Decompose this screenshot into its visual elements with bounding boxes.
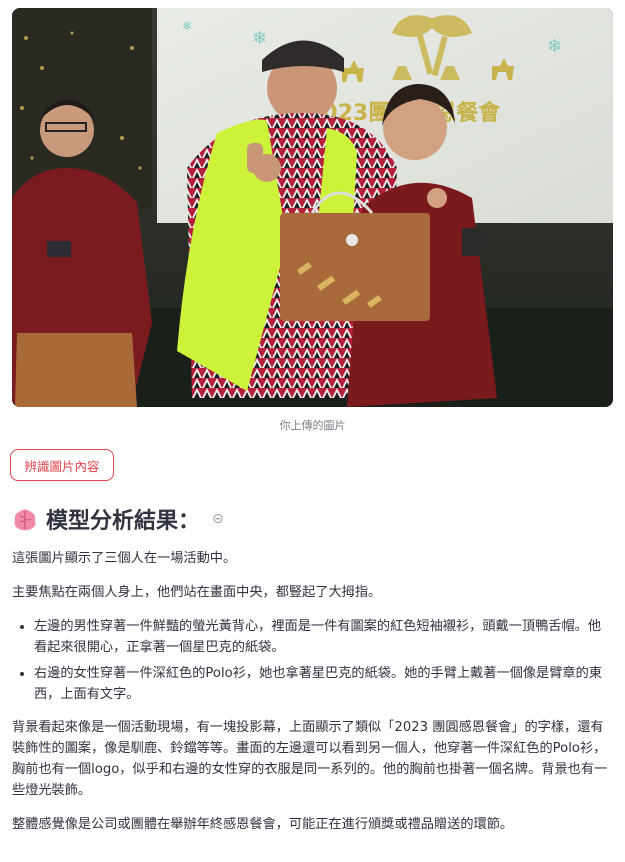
link-icon[interactable]: ⊝ [212,511,224,527]
analysis-paragraph: 背景看起來像是一個活動現場，有一塊投影幕，上面顯示了類似「2023 團圓感恩餐會… [12,720,608,798]
list-item: 左邊的男性穿著一件鮮豔的螢光黃背心，裡面是一件有圖案的紅色短袖襯衫，頭戴一頂鴨舌… [34,616,612,658]
svg-text:❄: ❄ [547,36,562,57]
heading-text: 模型分析結果： [46,509,201,534]
svg-text:❄: ❄ [182,19,192,33]
uploaded-photo: ❄ ❄ ❄ 2023團圓感恩餐會 [12,8,613,407]
analysis-paragraph: 主要焦點在兩個人身上，他們站在畫面中央，都豎起了大拇指。 [12,585,382,600]
page-title: 模型分析結果： ⊝ [12,503,224,535]
analysis-content: 這張圖片顯示了三個人在一場活動中。 主要焦點在兩個人身上，他們站在畫面中央，都豎… [12,548,612,848]
event-photo: ❄ ❄ ❄ 2023團圓感恩餐會 [12,8,613,407]
brain-icon [12,506,38,532]
analysis-paragraph: 整體感覺像是公司或團體在舉辦年終感恩餐會，可能正在進行頒獎或禮品贈送的環節。 [12,817,514,832]
photo-caption: 你上傳的圖片 [279,419,346,432]
analysis-paragraph: 這張圖片顯示了三個人在一場活動中。 [12,551,237,566]
analysis-bullet-list: 左邊的男性穿著一件鮮豔的螢光黃背心，裡面是一件有圖案的紅色短袖襯衫，頭戴一頂鴨舌… [12,616,612,705]
recognize-image-button[interactable]: 辨識圖片內容 [10,449,114,481]
list-item: 右邊的女性穿著一件深紅色的Polo衫，她也拿著星巴克的紙袋。她的手臂上戴著一個像… [34,663,612,705]
svg-text:❄: ❄ [252,28,267,49]
